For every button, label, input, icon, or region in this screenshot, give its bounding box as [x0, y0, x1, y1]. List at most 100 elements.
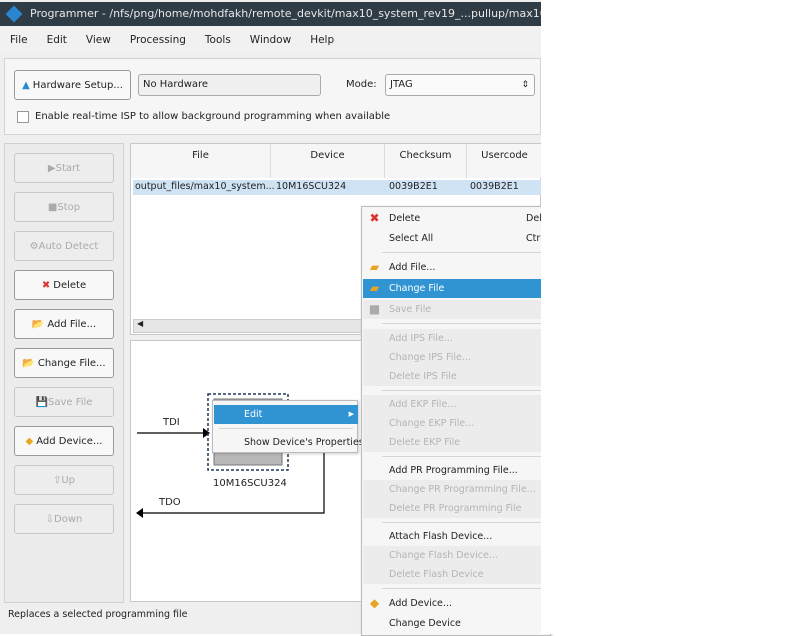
- tdi-label: TDI: [163, 417, 180, 428]
- down-icon: ⇩: [45, 513, 55, 525]
- add-device-label: Add Device...: [36, 435, 103, 447]
- separator: [382, 390, 552, 391]
- label: Select All: [389, 233, 434, 244]
- action-buttons: ▶ Start ■ Stop ⚙ Auto Detect ✖ Delete 📂 Add F…: [4, 143, 124, 603]
- auto-detect-label: Auto Detect: [38, 240, 99, 252]
- up-button[interactable]: ⇧ Up: [14, 465, 114, 495]
- cell-file: output_files/max10_system...: [135, 181, 275, 192]
- menu-item-add-ips-file[interactable]: Add IPS File...: [363, 329, 551, 348]
- header-file[interactable]: File: [131, 144, 271, 178]
- submenu-show-properties[interactable]: Show Device's Properties: [214, 433, 364, 452]
- submenu-edit[interactable]: Edit ▶: [214, 405, 358, 424]
- label: Add File...: [389, 262, 436, 273]
- menu-item-attach-flash[interactable]: Attach Flash Device...: [363, 527, 551, 546]
- menu-window[interactable]: Window: [250, 34, 291, 46]
- title-bar: Programmer - /nfs/png/home/mohdfakh/remo…: [0, 2, 541, 26]
- separator: [382, 522, 552, 523]
- menu-item-change-ips-file[interactable]: Change IPS File...: [363, 348, 551, 367]
- app-logo-icon: [5, 5, 23, 23]
- mode-select[interactable]: JTAG ⇕: [385, 74, 535, 96]
- chevron-right-icon: ▶: [348, 410, 354, 418]
- hardware-icon: ▲: [22, 79, 30, 91]
- start-label: Start: [55, 162, 81, 174]
- isp-label: Enable real-time ISP to allow background…: [35, 111, 391, 122]
- menu-file[interactable]: File: [10, 34, 28, 46]
- label: Delete: [389, 213, 421, 224]
- mode-value: JTAG: [390, 79, 413, 90]
- stop-button[interactable]: ■ Stop: [14, 192, 114, 222]
- auto-detect-icon: ⚙: [29, 240, 39, 252]
- add-file-button[interactable]: 📂 Add File...: [14, 309, 114, 339]
- menu-item-change-ekp-file[interactable]: Change EKP File...: [363, 414, 551, 433]
- menu-help[interactable]: Help: [310, 34, 334, 46]
- menu-item-delete[interactable]: ✖ Delete Del: [363, 209, 551, 228]
- menu-item-change-pr-file[interactable]: Change PR Programming File...: [363, 480, 551, 499]
- menu-item-save-file[interactable]: ■ Save File: [363, 300, 551, 319]
- cell-device: 10M16SCU324: [276, 181, 347, 192]
- submenu-edit-label: Edit: [244, 409, 263, 420]
- mode-label: Mode:: [346, 79, 377, 90]
- cell-usercode: 0039B2E1: [470, 181, 519, 192]
- separator: [382, 323, 552, 324]
- stop-label: Stop: [57, 201, 81, 213]
- isp-checkbox[interactable]: [17, 111, 29, 123]
- menu-item-change-flash[interactable]: Change Flash Device...: [363, 546, 551, 565]
- menu-item-delete-ekp-file[interactable]: Delete EKP File: [363, 433, 551, 452]
- separator: [382, 252, 552, 253]
- hardware-setup-label: Hardware Setup...: [32, 79, 123, 91]
- save-icon: ■: [368, 302, 381, 316]
- table-row[interactable]: output_files/max10_system... 10M16SCU324…: [133, 180, 541, 195]
- change-file-label: Change File...: [37, 357, 106, 369]
- change-file-icon: ▰: [369, 281, 380, 295]
- header-usercode[interactable]: Usercode: [467, 144, 541, 178]
- menu-tools[interactable]: Tools: [205, 34, 231, 46]
- up-icon: ⇧: [52, 474, 62, 486]
- tdo-label: TDO: [159, 497, 181, 508]
- shortcut: Del: [526, 213, 542, 224]
- up-label: Up: [61, 474, 76, 486]
- change-file-button[interactable]: 📂 Change File...: [14, 348, 114, 378]
- device-label[interactable]: 10M16SCU324: [213, 478, 287, 489]
- spinner-icon: ⇕: [521, 80, 529, 90]
- menu-view[interactable]: View: [86, 34, 111, 46]
- menu-edit[interactable]: Edit: [47, 34, 67, 46]
- menu-item-change-file[interactable]: ▰ Change File: [363, 279, 551, 298]
- header-device[interactable]: Device: [271, 144, 385, 178]
- save-file-button[interactable]: 💾 Save File: [14, 387, 114, 417]
- menu-item-add-ekp-file[interactable]: Add EKP File...: [363, 395, 551, 414]
- hardware-setup-button[interactable]: ▲ Hardware Setup...: [14, 70, 131, 100]
- change-file-icon: 📂: [22, 357, 35, 369]
- hardware-field: No Hardware: [138, 74, 321, 96]
- add-file-icon: ▰: [369, 260, 380, 274]
- hardware-panel: ▲ Hardware Setup... No Hardware Mode: JT…: [4, 58, 541, 135]
- down-button[interactable]: ⇩ Down: [14, 504, 114, 534]
- add-file-label: Add File...: [47, 318, 97, 330]
- label: Change File: [389, 283, 445, 294]
- delete-button[interactable]: ✖ Delete: [14, 270, 114, 300]
- menu-item-add-file[interactable]: ▰ Add File...: [363, 258, 551, 277]
- save-icon: 💾: [35, 396, 48, 408]
- menu-item-delete-ips-file[interactable]: Delete IPS File: [363, 367, 551, 386]
- separator: [382, 588, 552, 589]
- add-device-icon: ◆: [25, 435, 34, 447]
- delete-icon: ✖: [369, 211, 380, 225]
- header-checksum[interactable]: Checksum: [385, 144, 467, 178]
- delete-label: Delete: [53, 279, 87, 291]
- add-device-icon: ◆: [369, 596, 380, 610]
- menu-processing[interactable]: Processing: [130, 34, 186, 46]
- separator: [382, 456, 552, 457]
- device-context-menu: Edit ▶ Show Device's Properties: [212, 400, 364, 453]
- menu-item-select-all[interactable]: Select All Ctrl: [363, 229, 551, 248]
- save-file-label: Save File: [47, 396, 93, 408]
- add-device-button[interactable]: ◆ Add Device...: [14, 426, 114, 456]
- add-file-icon: 📂: [31, 318, 45, 330]
- menu-item-add-device[interactable]: ◆ Add Device...: [363, 594, 551, 613]
- auto-detect-button[interactable]: ⚙ Auto Detect: [14, 231, 114, 261]
- start-button[interactable]: ▶ Start: [14, 153, 114, 183]
- menu-item-add-pr-file[interactable]: Add PR Programming File...: [363, 461, 551, 480]
- menu-item-delete-pr-file[interactable]: Delete PR Programming File: [363, 499, 551, 518]
- menu-item-change-device[interactable]: Change Device: [363, 614, 551, 633]
- delete-icon: ✖: [41, 279, 51, 291]
- scroll-left-icon[interactable]: ◀: [137, 319, 143, 328]
- menu-item-delete-flash[interactable]: Delete Flash Device: [363, 565, 551, 584]
